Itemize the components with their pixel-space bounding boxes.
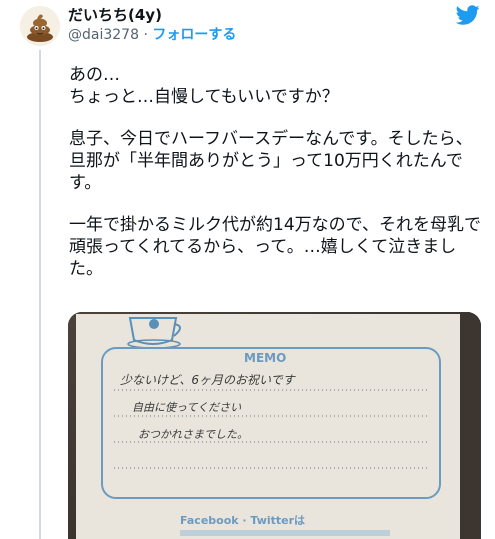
poop-emoji-avatar-icon [20, 6, 60, 46]
tweet-paragraph: あの… ちょっと…自慢してもいいですか？ [69, 65, 339, 107]
handwriting-line: 少ないけど、6ヶ月のお祝いです [120, 373, 297, 387]
twitter-bird-icon[interactable] [455, 3, 480, 27]
memo-footer: Facebook · Twitterは [180, 514, 305, 527]
tweet-paragraph: 息子、今日でハーフバースデーなんです。そしたら、旦那が「半年間ありがとう」って1… [69, 129, 473, 193]
thread-line [39, 50, 41, 539]
handwriting-line: おつかれさまでした。 [138, 428, 248, 441]
tweet-text: あの… ちょっと…自慢してもいいですか？ 息子、今日でハーフバースデーなんです。… [69, 64, 481, 300]
tweet-photo[interactable]: MEMO 少ないけど、6ヶ月のお祝いです 自由に使ってください おつかれさまでし… [68, 312, 481, 539]
author-meta: @dai3278 · フォローする [68, 24, 236, 44]
memo-title: MEMO [244, 351, 286, 365]
tweet-paragraph: 一年で掛かるミルク代が約14万なので、それを母乳で頑張ってくれてるから、って。…… [69, 215, 481, 279]
author-handle[interactable]: @dai3278 [68, 27, 139, 43]
handwriting-line: 自由に使ってください [132, 401, 241, 414]
avatar[interactable] [20, 6, 60, 46]
separator: · [143, 27, 148, 43]
follow-button[interactable]: フォローする [152, 27, 236, 43]
author-name[interactable]: だいちち(4y) [68, 4, 162, 25]
